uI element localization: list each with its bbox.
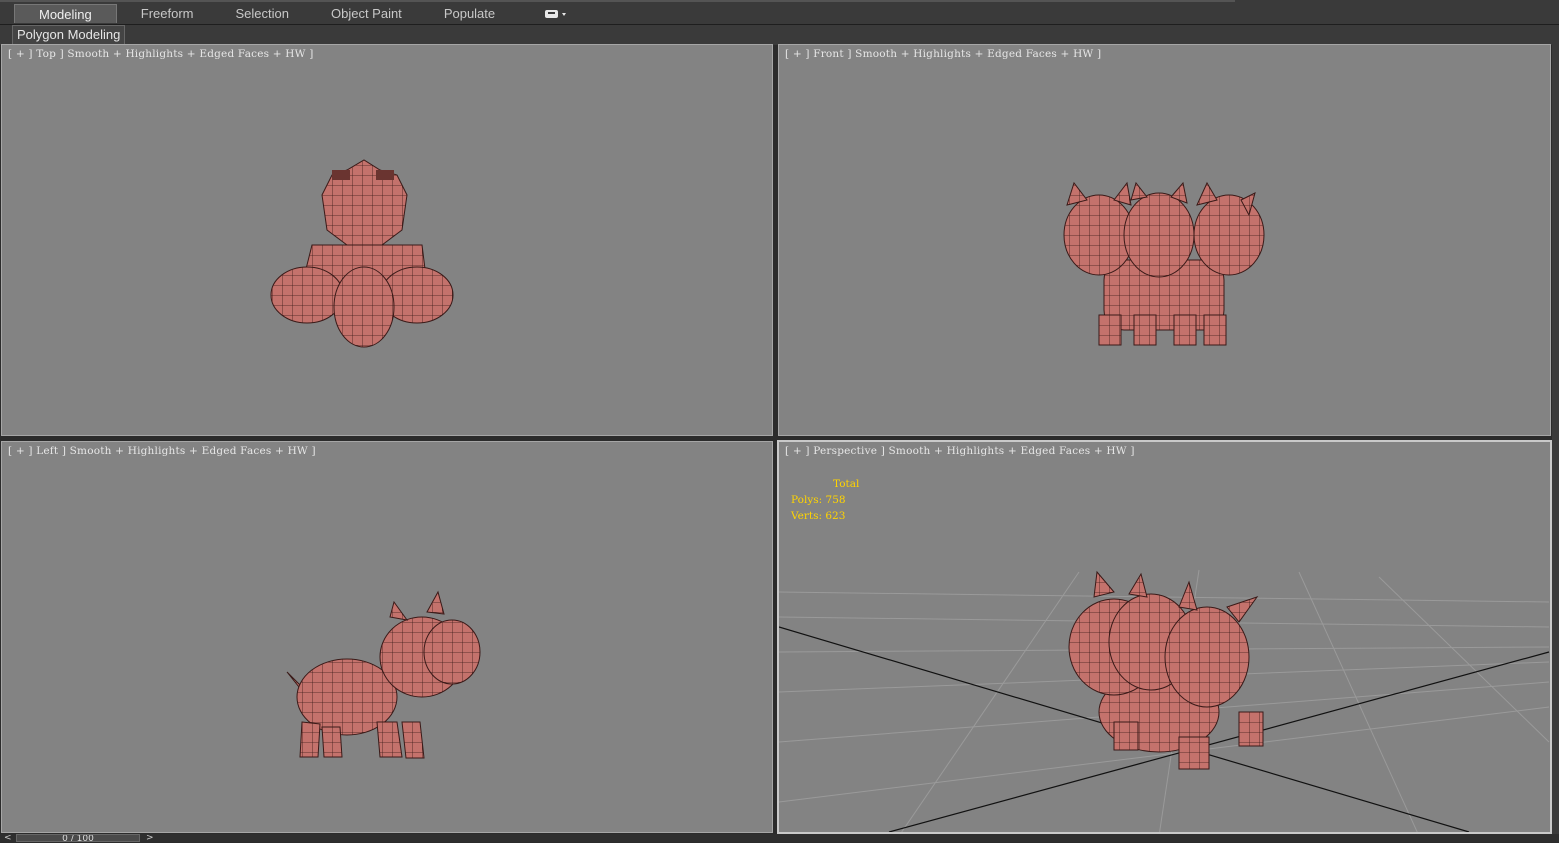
- next-frame-button[interactable]: >: [146, 834, 154, 843]
- model-top-view: [270, 159, 454, 348]
- ribbon-panel: Polygon Modeling: [0, 25, 1559, 45]
- prev-frame-button[interactable]: <: [4, 834, 12, 843]
- command-panel-edge[interactable]: [1552, 44, 1559, 834]
- ribbon-options-icon[interactable]: [544, 8, 568, 20]
- model-front-view: [1063, 181, 1265, 346]
- cerberus-model-perspective: [1068, 570, 1264, 770]
- model-left-view: [286, 590, 481, 759]
- polygon-modeling-button[interactable]: Polygon Modeling: [12, 25, 126, 45]
- time-slider[interactable]: 0 / 100: [16, 834, 140, 842]
- viewport-top[interactable]: [ + ] Top ] Smooth + Highlights + Edged …: [1, 44, 773, 436]
- top-divider: [0, 0, 1235, 2]
- tab-freeform[interactable]: Freeform: [123, 4, 212, 23]
- viewport-left[interactable]: [ + ] Left ] Smooth + Highlights + Edged…: [1, 441, 773, 833]
- cerberus-model-left: [286, 590, 481, 759]
- tab-modeling[interactable]: Modeling: [14, 4, 117, 23]
- tab-object-paint[interactable]: Object Paint: [313, 4, 420, 23]
- cerberus-model-front: [1063, 181, 1265, 346]
- tab-populate[interactable]: Populate: [426, 4, 513, 23]
- viewport-perspective[interactable]: [ + ] Perspective ] Smooth + Highlights …: [777, 440, 1552, 834]
- perspective-grid: [779, 569, 1550, 832]
- timeline-bar: [0, 834, 1559, 842]
- tab-selection[interactable]: Selection: [218, 4, 307, 23]
- cerberus-model-top: [270, 159, 454, 348]
- viewport-front[interactable]: [ + ] Front ] Smooth + Highlights + Edge…: [778, 44, 1551, 436]
- workspace-tab-bar: Modeling Freeform Selection Object Paint…: [0, 0, 1559, 25]
